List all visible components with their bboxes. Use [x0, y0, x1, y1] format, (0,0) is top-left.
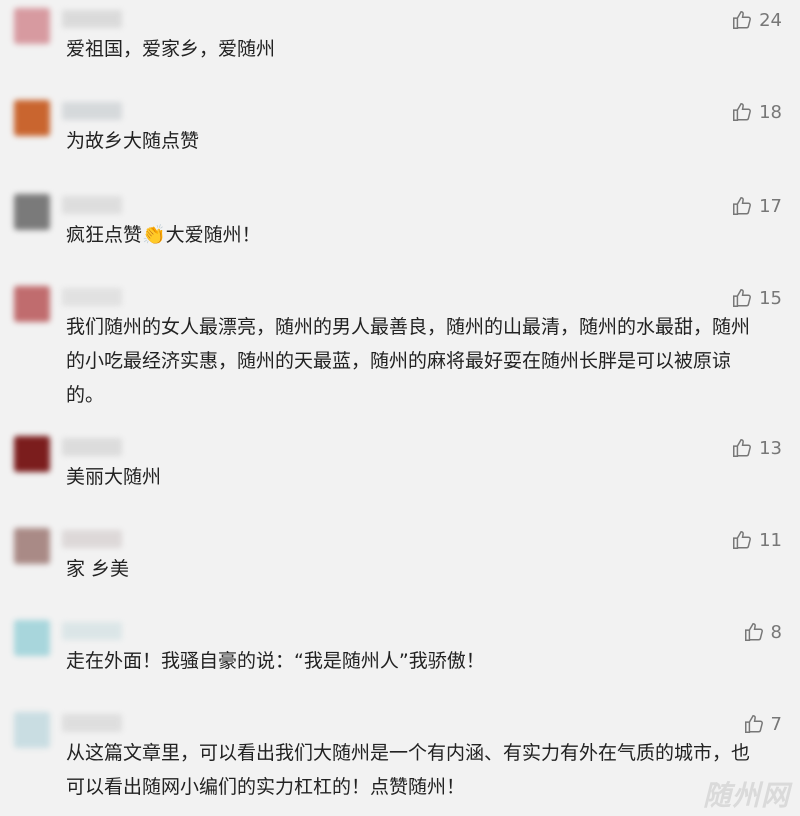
avatar[interactable]: [14, 8, 50, 44]
comment-text: 美丽大随州: [66, 466, 162, 488]
like-button[interactable]: 11: [731, 529, 782, 551]
like-count: 11: [759, 529, 782, 551]
commenter-name: [62, 530, 122, 548]
avatar[interactable]: [14, 100, 50, 136]
like-button[interactable]: 24: [731, 9, 782, 31]
thumbs-up-icon: [733, 11, 752, 29]
like-button[interactable]: 13: [731, 437, 782, 459]
like-count: 17: [759, 195, 782, 217]
comment-text: 爱祖国，爱家乡，爱随州: [66, 38, 276, 60]
like-button[interactable]: 18: [731, 101, 782, 123]
like-button[interactable]: 15: [731, 287, 782, 309]
comment-text: 疯狂点赞👏大爱随州！: [66, 224, 261, 246]
like-count: 8: [770, 621, 782, 643]
like-count: 18: [759, 101, 782, 123]
avatar[interactable]: [14, 528, 50, 564]
avatar[interactable]: [14, 712, 50, 748]
like-count: 15: [759, 287, 782, 309]
commenter-name: [62, 102, 122, 120]
avatar[interactable]: [14, 620, 50, 656]
thumbs-up-icon: [733, 289, 752, 307]
commenter-name: [62, 288, 122, 306]
commenter-name: [62, 10, 122, 28]
comment-text: 走在外面！我骚自豪的说：“我是随州人”我骄傲！: [66, 650, 485, 672]
avatar[interactable]: [14, 194, 50, 230]
like-button[interactable]: 8: [743, 621, 782, 643]
thumbs-up-icon: [733, 197, 752, 215]
comment-text: 家 乡美: [66, 558, 130, 580]
commenter-name: [62, 196, 122, 214]
thumbs-up-icon: [733, 439, 752, 457]
thumbs-up-icon: [733, 103, 752, 121]
like-count: 24: [759, 9, 782, 31]
thumbs-up-icon: [744, 715, 763, 733]
like-button[interactable]: 7: [743, 713, 782, 735]
site-watermark: 随州网: [702, 779, 790, 812]
thumbs-up-icon: [733, 531, 752, 549]
commenter-name: [62, 438, 122, 456]
avatar[interactable]: [14, 436, 50, 472]
commenter-name: [62, 622, 122, 640]
like-count: 7: [770, 713, 782, 735]
like-button[interactable]: 17: [731, 195, 782, 217]
like-count: 13: [759, 437, 782, 459]
avatar[interactable]: [14, 286, 50, 322]
comment-text: 从这篇文章里，可以看出我们大随州是一个有内涵、有实力有外在气质的城市，也可以看出…: [66, 742, 751, 798]
commenter-name: [62, 714, 122, 732]
comment-text: 我们随州的女人最漂亮，随州的男人最善良，随州的山最清，随州的水最甜，随州的小吃最…: [66, 316, 751, 406]
comment-text: 为故乡大随点赞: [66, 130, 200, 152]
thumbs-up-icon: [744, 623, 763, 641]
